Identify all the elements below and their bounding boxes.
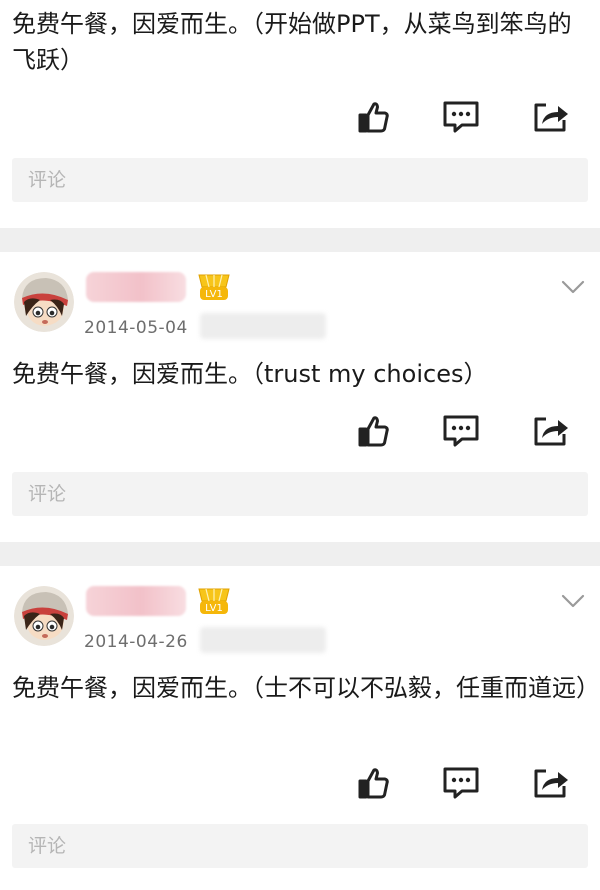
share-icon	[534, 417, 568, 446]
username-redacted[interactable]	[86, 586, 186, 616]
like-icon	[358, 416, 389, 447]
level-badge-icon: LV1	[198, 588, 230, 614]
post-text: 免费午餐，因爱而生。（开始做PPT，从菜鸟到笨鸟的飞跃）	[12, 10, 572, 74]
post-text: 免费午餐，因爱而生。（trust my choices）	[12, 360, 488, 388]
level-badge-text: LV1	[205, 603, 223, 614]
comment-button[interactable]	[440, 96, 482, 138]
avatar-image	[14, 272, 74, 332]
avatar-image	[14, 586, 74, 646]
comment-button[interactable]	[440, 762, 482, 804]
chevron-down-icon[interactable]	[560, 278, 586, 296]
comment-button[interactable]	[440, 410, 482, 452]
level-badge-icon: LV1	[198, 274, 230, 300]
like-icon	[358, 768, 389, 799]
comment-input[interactable]: 评论	[12, 158, 588, 202]
like-button[interactable]	[352, 762, 394, 804]
level-badge: LV1	[196, 272, 232, 304]
post-text: 免费午餐，因爱而生。（士不可以不弘毅，任重而道远）	[12, 674, 600, 702]
avatar[interactable]	[14, 586, 74, 646]
comment-icon	[443, 101, 479, 133]
like-icon	[358, 102, 389, 133]
post-date: 2014-04-26	[84, 632, 188, 652]
like-button[interactable]	[352, 96, 394, 138]
level-badge: LV1	[196, 586, 232, 618]
source-redacted	[200, 313, 326, 339]
comment-icon	[443, 767, 479, 799]
avatar[interactable]	[14, 272, 74, 332]
post-date: 2014-05-04	[84, 318, 188, 338]
source-redacted	[200, 627, 326, 653]
level-badge-text: LV1	[205, 289, 223, 300]
share-icon	[534, 103, 568, 132]
share-button[interactable]	[530, 410, 572, 452]
like-button[interactable]	[352, 410, 394, 452]
username-redacted[interactable]	[86, 272, 186, 302]
share-button[interactable]	[530, 96, 572, 138]
post-separator	[0, 228, 600, 252]
post-separator	[0, 542, 600, 566]
post-actions	[0, 410, 600, 460]
chevron-down-icon[interactable]	[560, 592, 586, 610]
post-actions	[0, 762, 600, 812]
comment-input[interactable]: 评论	[12, 472, 588, 516]
post-actions	[0, 96, 600, 146]
comment-input[interactable]: 评论	[12, 824, 588, 868]
share-button[interactable]	[530, 762, 572, 804]
share-icon	[534, 769, 568, 798]
comment-icon	[443, 415, 479, 447]
